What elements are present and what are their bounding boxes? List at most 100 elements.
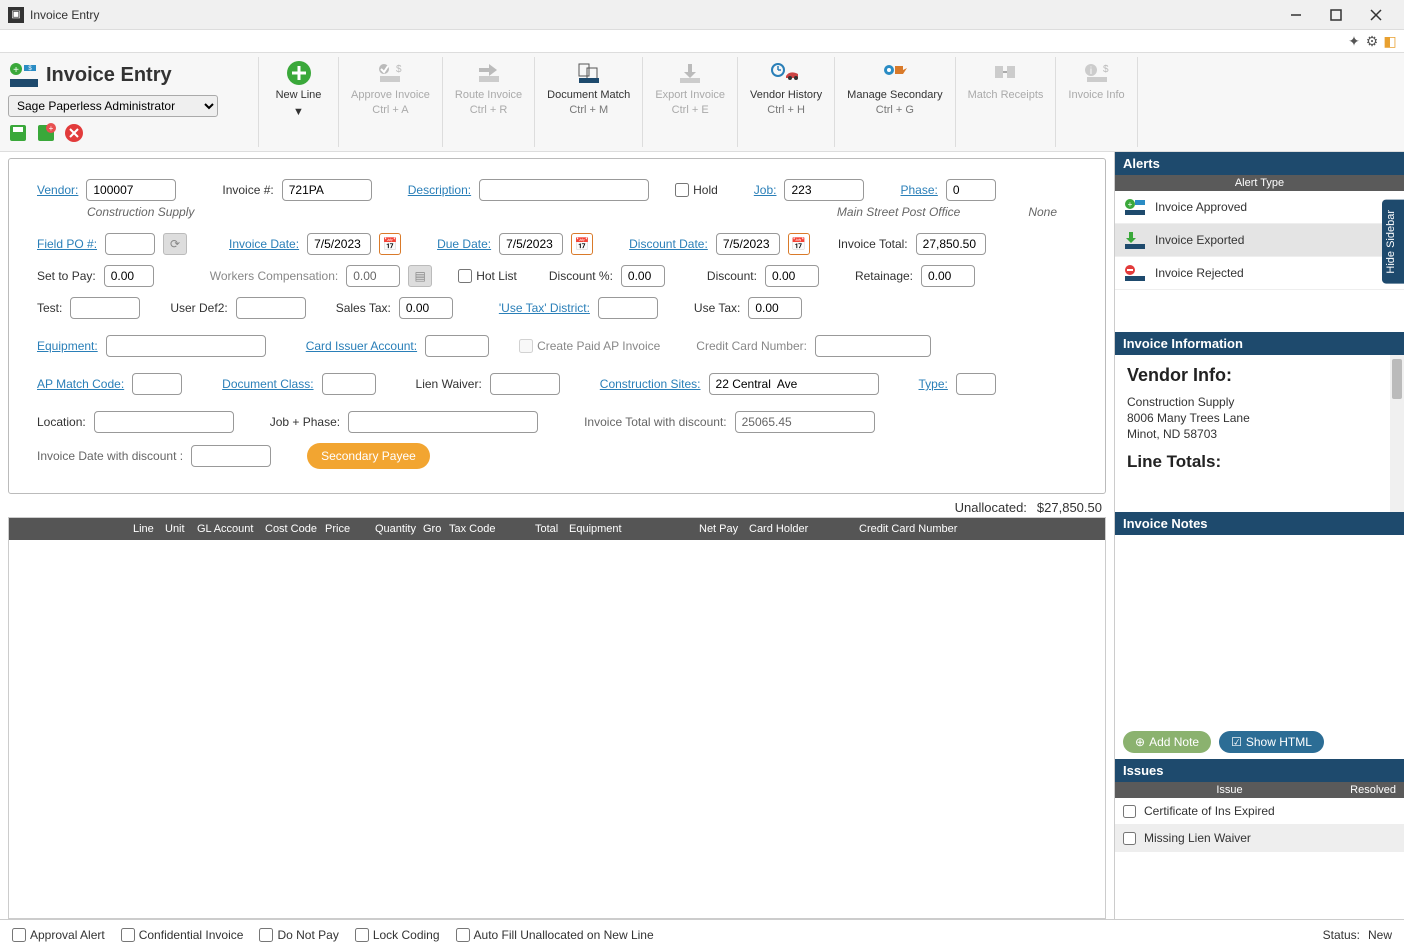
new-line-button[interactable]: New Line ▼ bbox=[258, 57, 338, 147]
job-label[interactable]: Job: bbox=[754, 183, 777, 197]
discount-date-field[interactable] bbox=[716, 233, 780, 255]
phase-name: None bbox=[1028, 205, 1057, 219]
status-label: Status: bbox=[1323, 928, 1360, 942]
invoice-info-button[interactable]: i$ Invoice Info bbox=[1055, 57, 1137, 147]
card-issuer-label[interactable]: Card Issuer Account: bbox=[306, 339, 417, 353]
use-tax-district-field[interactable] bbox=[598, 297, 658, 319]
phase-label[interactable]: Phase: bbox=[900, 183, 937, 197]
calendar-icon[interactable]: 📅 bbox=[571, 233, 593, 255]
set-to-pay-field[interactable] bbox=[104, 265, 154, 287]
line-grid[interactable]: Line Unit GL Account Cost Code Price Qua… bbox=[8, 517, 1106, 919]
close-button[interactable] bbox=[1356, 0, 1396, 30]
equipment-field[interactable] bbox=[106, 335, 266, 357]
description-field[interactable] bbox=[479, 179, 649, 201]
calendar-icon[interactable]: 📅 bbox=[788, 233, 810, 255]
lock-coding-checkbox[interactable]: Lock Coding bbox=[355, 928, 440, 942]
issue-checkbox[interactable] bbox=[1123, 832, 1136, 845]
job-field[interactable] bbox=[784, 179, 864, 201]
test-field[interactable] bbox=[70, 297, 140, 319]
export-invoice-button[interactable]: Export Invoice Ctrl + E bbox=[642, 57, 737, 147]
route-invoice-button[interactable]: Route Invoice Ctrl + R bbox=[442, 57, 534, 147]
chevron-down-icon[interactable]: ▼ bbox=[293, 106, 304, 118]
match-receipts-button[interactable]: Match Receipts bbox=[955, 57, 1056, 147]
discount-date-label[interactable]: Discount Date: bbox=[629, 237, 708, 251]
discount-pct-field[interactable] bbox=[621, 265, 665, 287]
delete-icon[interactable] bbox=[64, 123, 84, 143]
lien-waiver-field[interactable] bbox=[490, 373, 560, 395]
discount-field[interactable] bbox=[765, 265, 819, 287]
vendor-info-heading: Vendor Info: bbox=[1127, 365, 1392, 386]
highlight-icon[interactable]: ◧ bbox=[1382, 33, 1398, 49]
workers-comp-lookup[interactable]: ▤ bbox=[408, 265, 432, 287]
save-new-icon[interactable]: + bbox=[36, 123, 56, 143]
doc-class-field[interactable] bbox=[322, 373, 376, 395]
alert-row[interactable]: Invoice Exported bbox=[1115, 224, 1404, 257]
hide-sidebar-tab[interactable]: Hide Sidebar bbox=[1382, 200, 1404, 284]
invoice-notes-header: Invoice Notes bbox=[1115, 512, 1404, 535]
quick-access-bar: ✦ ⚙ ◧ bbox=[0, 30, 1404, 52]
inv-total-disc-label: Invoice Total with discount: bbox=[584, 415, 727, 429]
gear-icon[interactable]: ⚙ bbox=[1364, 33, 1380, 49]
invoice-num-field[interactable] bbox=[282, 179, 372, 201]
userdef2-field[interactable] bbox=[236, 297, 306, 319]
alert-row[interactable]: Invoice Rejected bbox=[1115, 257, 1404, 290]
location-field[interactable] bbox=[94, 411, 234, 433]
retainage-field[interactable] bbox=[921, 265, 975, 287]
alert-row[interactable]: + Invoice Approved bbox=[1115, 191, 1404, 224]
sales-tax-field[interactable] bbox=[399, 297, 453, 319]
phase-field[interactable] bbox=[946, 179, 996, 201]
due-date-field[interactable] bbox=[499, 233, 563, 255]
maximize-button[interactable] bbox=[1316, 0, 1356, 30]
description-label[interactable]: Description: bbox=[408, 183, 471, 197]
vendor-label[interactable]: Vendor: bbox=[37, 183, 78, 197]
manage-secondary-button[interactable]: Manage Secondary Ctrl + G bbox=[834, 57, 954, 147]
type-label[interactable]: Type: bbox=[919, 377, 948, 391]
approval-alert-checkbox[interactable]: Approval Alert bbox=[12, 928, 105, 942]
pin-icon[interactable]: ✦ bbox=[1346, 33, 1362, 49]
issue-checkbox[interactable] bbox=[1123, 805, 1136, 818]
ap-match-field[interactable] bbox=[132, 373, 182, 395]
ap-match-label[interactable]: AP Match Code: bbox=[37, 377, 124, 391]
match-receipts-icon bbox=[991, 59, 1019, 87]
calendar-icon[interactable]: 📅 bbox=[379, 233, 401, 255]
field-po-label[interactable]: Field PO #: bbox=[37, 237, 97, 251]
field-po-field[interactable] bbox=[105, 233, 155, 255]
vendor-history-button[interactable]: Vendor History Ctrl + H bbox=[737, 57, 834, 147]
type-field[interactable] bbox=[956, 373, 996, 395]
alerts-col-header: Alert Type bbox=[1115, 175, 1404, 191]
minimize-button[interactable] bbox=[1276, 0, 1316, 30]
do-not-pay-checkbox[interactable]: Do Not Pay bbox=[259, 928, 338, 942]
job-phase-field[interactable] bbox=[348, 411, 538, 433]
save-icon[interactable] bbox=[8, 123, 28, 143]
hot-list-checkbox[interactable]: Hot List bbox=[458, 269, 517, 283]
vendor-field[interactable] bbox=[86, 179, 176, 201]
scrollbar[interactable] bbox=[1390, 355, 1404, 512]
show-html-button[interactable]: ☑Show HTML bbox=[1219, 731, 1324, 753]
constr-sites-field[interactable] bbox=[709, 373, 879, 395]
auto-fill-checkbox[interactable]: Auto Fill Unallocated on New Line bbox=[456, 928, 654, 942]
approve-invoice-button[interactable]: $ Approve Invoice Ctrl + A bbox=[338, 57, 442, 147]
constr-sites-label[interactable]: Construction Sites: bbox=[600, 377, 701, 391]
equipment-label[interactable]: Equipment: bbox=[37, 339, 98, 353]
invoice-date-label[interactable]: Invoice Date: bbox=[229, 237, 299, 251]
document-match-button[interactable]: Document Match Ctrl + M bbox=[534, 57, 642, 147]
issue-row[interactable]: Certificate of Ins Expired bbox=[1115, 798, 1404, 825]
secondary-payee-button[interactable]: Secondary Payee bbox=[307, 443, 430, 469]
invoice-total-field[interactable] bbox=[916, 233, 986, 255]
due-date-label[interactable]: Due Date: bbox=[437, 237, 491, 251]
admin-select[interactable]: Sage Paperless Administrator bbox=[8, 95, 218, 117]
use-tax-field[interactable] bbox=[748, 297, 802, 319]
unallocated-label: Unallocated: bbox=[955, 500, 1027, 515]
confidential-invoice-checkbox[interactable]: Confidential Invoice bbox=[121, 928, 244, 942]
userdef2-label: User Def2: bbox=[170, 301, 227, 315]
issue-row[interactable]: Missing Lien Waiver bbox=[1115, 825, 1404, 852]
test-label: Test: bbox=[37, 301, 62, 315]
add-note-button[interactable]: ⊕Add Note bbox=[1123, 731, 1211, 753]
doc-class-label[interactable]: Document Class: bbox=[222, 377, 313, 391]
notes-body[interactable] bbox=[1115, 535, 1404, 725]
invoice-date-field[interactable] bbox=[307, 233, 371, 255]
hold-checkbox[interactable]: Hold bbox=[675, 183, 718, 197]
create-paid-ap-checkbox[interactable]: Create Paid AP Invoice bbox=[519, 339, 660, 353]
use-tax-district-label[interactable]: 'Use Tax' District: bbox=[499, 301, 590, 315]
field-po-lookup[interactable]: ⟳ bbox=[163, 233, 187, 255]
